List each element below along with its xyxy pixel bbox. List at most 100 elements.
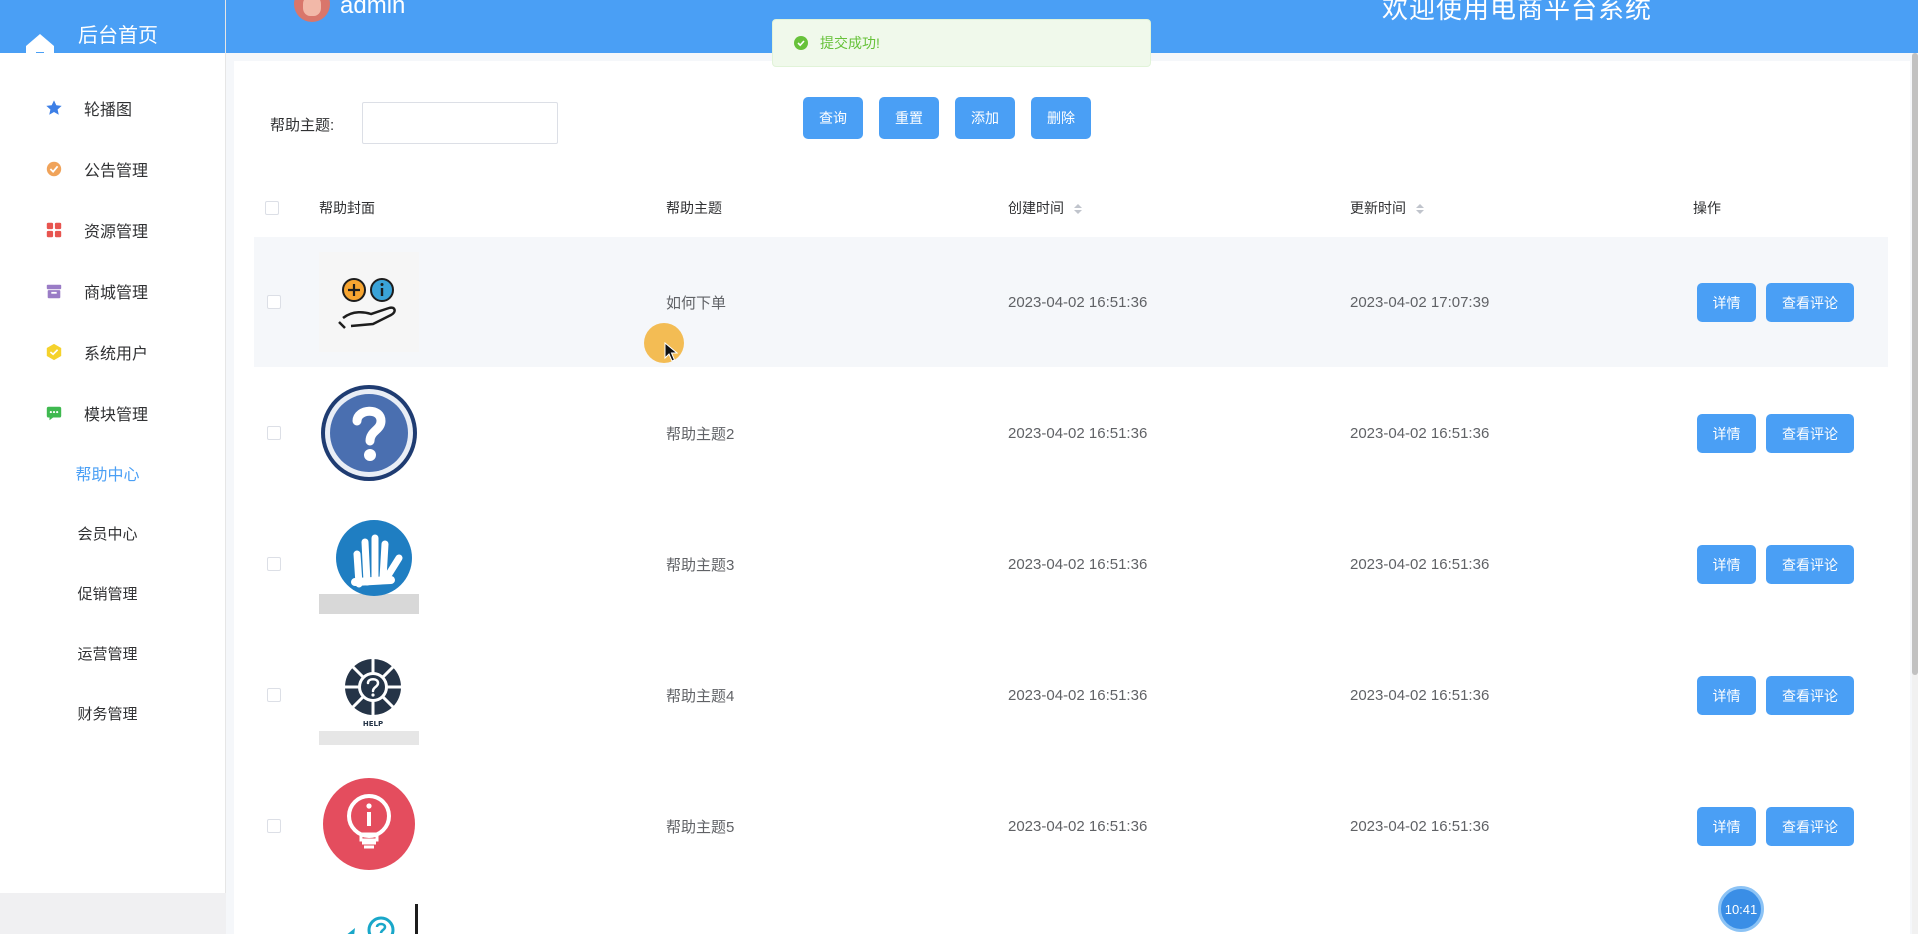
row-created-time: 2023-04-02 16:51:36 <box>1008 817 1148 835</box>
table-row: 如何下单 2023-04-02 16:51:36 2023-04-02 17:0… <box>254 237 1888 368</box>
avatar[interactable] <box>294 0 330 22</box>
lightbulb-info-icon <box>319 776 419 876</box>
sidebar-item-modules[interactable]: 模块管理 <box>0 382 225 443</box>
row-updated-time: 2023-04-02 16:51:36 <box>1350 817 1490 835</box>
question-circle-icon <box>319 383 419 483</box>
row-checkbox[interactable] <box>267 819 281 833</box>
view-comments-button[interactable]: 查看评论 <box>1766 676 1854 715</box>
hand-plus-info-icon <box>319 252 419 352</box>
toast-message: 提交成功! <box>820 35 880 51</box>
row-created-time: 2023-04-02 16:51:36 <box>1008 424 1148 442</box>
help-wheel-icon: HELP <box>319 645 419 745</box>
sidebar-home-link[interactable]: 后台首页 <box>0 0 225 53</box>
view-comments-button[interactable]: 查看评论 <box>1766 807 1854 846</box>
row-created-time: 2023-04-02 16:51:36 <box>1008 293 1148 311</box>
row-topic: 如何下单 <box>666 294 727 312</box>
view-comments-button[interactable]: 查看评论 <box>1766 283 1854 322</box>
badge-icon <box>44 159 64 179</box>
sidebar-item-label: 轮播图 <box>84 101 133 119</box>
row-topic: 帮助主题2 <box>666 425 735 443</box>
row-checkbox[interactable] <box>267 426 281 440</box>
mouse-cursor-icon <box>664 342 678 362</box>
clock-widget[interactable]: 10:41 <box>1718 886 1764 932</box>
column-header-topic: 帮助主题 <box>666 200 722 216</box>
sidebar-item-label: 商城管理 <box>84 284 149 302</box>
sidebar: 后台首页 轮播图 公告管理 资源管理 商城管理 系统用户 模块管理 帮助中心 会… <box>0 0 226 934</box>
row-updated-time: 2023-04-02 16:51:36 <box>1350 555 1490 573</box>
row-created-time: 2023-04-02 16:51:36 <box>1008 686 1148 704</box>
sidebar-subitem-label: 会员中心 <box>77 525 138 543</box>
table-row: 帮助主题3 2023-04-02 16:51:36 2023-04-02 16:… <box>254 499 1888 630</box>
main-content: 帮助主题: 查询 重置 添加 删除 帮助封面 帮助主题 创建时间 更新时间 操作 <box>226 53 1918 934</box>
sidebar-item-label: 公告管理 <box>84 162 149 180</box>
sidebar-item-notice[interactable]: 公告管理 <box>0 138 225 199</box>
query-button[interactable]: 查询 <box>803 97 863 139</box>
row-created-time: 2023-04-02 16:51:36 <box>1008 555 1148 573</box>
sidebar-subitem-finance[interactable]: 财务管理 <box>0 683 225 743</box>
table-row: HELP 帮助主题4 2023-04-02 16:51:36 2023-04-0… <box>254 630 1888 761</box>
sidebar-subitem-label: 财务管理 <box>77 705 138 723</box>
sign-hand-icon <box>319 514 419 614</box>
table-row: 帮助主题5 2023-04-02 16:51:36 2023-04-02 16:… <box>254 761 1888 892</box>
detail-button[interactable]: 详情 <box>1697 676 1756 715</box>
sidebar-item-resources[interactable]: 资源管理 <box>0 199 225 260</box>
row-updated-time: 2023-04-02 16:51:36 <box>1350 686 1490 704</box>
sidebar-menu: 轮播图 公告管理 资源管理 商城管理 系统用户 模块管理 帮助中心 会员中心 促… <box>0 77 225 743</box>
grid-icon <box>44 220 64 240</box>
row-updated-time: 2023-04-02 17:07:39 <box>1350 293 1490 311</box>
sidebar-item-carousel[interactable]: 轮播图 <box>0 77 225 138</box>
row-checkbox[interactable] <box>267 688 281 702</box>
sidebar-item-label: 模块管理 <box>84 406 149 424</box>
column-header-cover: 帮助封面 <box>319 200 375 216</box>
sidebar-subitem-member-center[interactable]: 会员中心 <box>0 503 225 563</box>
detail-button[interactable]: 详情 <box>1697 545 1756 584</box>
sidebar-item-label: 资源管理 <box>84 223 149 241</box>
help-list-panel: 帮助主题: 查询 重置 添加 删除 帮助封面 帮助主题 创建时间 更新时间 操作 <box>234 61 1910 934</box>
sidebar-subitem-label: 运营管理 <box>77 645 138 663</box>
column-header-created[interactable]: 创建时间 <box>1008 198 1082 218</box>
column-header-label: 更新时间 <box>1350 200 1406 216</box>
help-cover-partial-icon <box>319 904 419 934</box>
page-scrollbar-thumb[interactable] <box>1912 53 1918 675</box>
search-input[interactable] <box>362 102 558 144</box>
row-checkbox[interactable] <box>267 295 281 309</box>
sort-icon[interactable] <box>1073 204 1082 215</box>
star-icon <box>44 98 64 118</box>
sidebar-subitem-operations[interactable]: 运营管理 <box>0 623 225 683</box>
table-header: 帮助封面 帮助主题 创建时间 更新时间 操作 <box>254 179 1888 237</box>
view-comments-button[interactable]: 查看评论 <box>1766 414 1854 453</box>
sort-icon[interactable] <box>1415 204 1424 215</box>
delete-button[interactable]: 删除 <box>1031 97 1091 139</box>
detail-button[interactable]: 详情 <box>1697 414 1756 453</box>
table-row: 帮助主题2 2023-04-02 16:51:36 2023-04-02 16:… <box>254 368 1888 499</box>
add-button[interactable]: 添加 <box>955 97 1015 139</box>
sidebar-footer <box>0 893 226 934</box>
check-circle-icon <box>794 36 808 50</box>
detail-button[interactable]: 详情 <box>1697 807 1756 846</box>
search-label: 帮助主题: <box>270 117 335 134</box>
sidebar-item-mall[interactable]: 商城管理 <box>0 260 225 321</box>
user-name[interactable]: admin <box>340 0 405 20</box>
detail-button[interactable]: 详情 <box>1697 283 1756 322</box>
column-header-ops: 操作 <box>1693 200 1721 216</box>
column-header-label: 创建时间 <box>1008 200 1064 216</box>
row-updated-time: 2023-04-02 16:51:36 <box>1350 424 1490 442</box>
sidebar-subitem-label: 促销管理 <box>77 585 138 603</box>
home-label: 后台首页 <box>78 25 158 47</box>
select-all-checkbox[interactable] <box>265 201 279 215</box>
sidebar-item-label: 系统用户 <box>84 345 149 363</box>
reset-button[interactable]: 重置 <box>879 97 939 139</box>
cube-icon <box>44 342 64 362</box>
help-caption: HELP <box>363 720 383 728</box>
view-comments-button[interactable]: 查看评论 <box>1766 545 1854 584</box>
sidebar-subitem-help-center[interactable]: 帮助中心 <box>0 443 225 503</box>
welcome-title: 欢迎使用电商平台系统 <box>1381 0 1652 24</box>
row-checkbox[interactable] <box>267 557 281 571</box>
row-topic: 帮助主题3 <box>666 556 735 574</box>
sidebar-item-system-users[interactable]: 系统用户 <box>0 321 225 382</box>
sidebar-subitem-promotion[interactable]: 促销管理 <box>0 563 225 623</box>
sidebar-subitem-label: 帮助中心 <box>75 467 140 484</box>
archive-icon <box>44 281 64 301</box>
success-toast: 提交成功! <box>772 19 1151 67</box>
column-header-updated[interactable]: 更新时间 <box>1350 198 1424 218</box>
